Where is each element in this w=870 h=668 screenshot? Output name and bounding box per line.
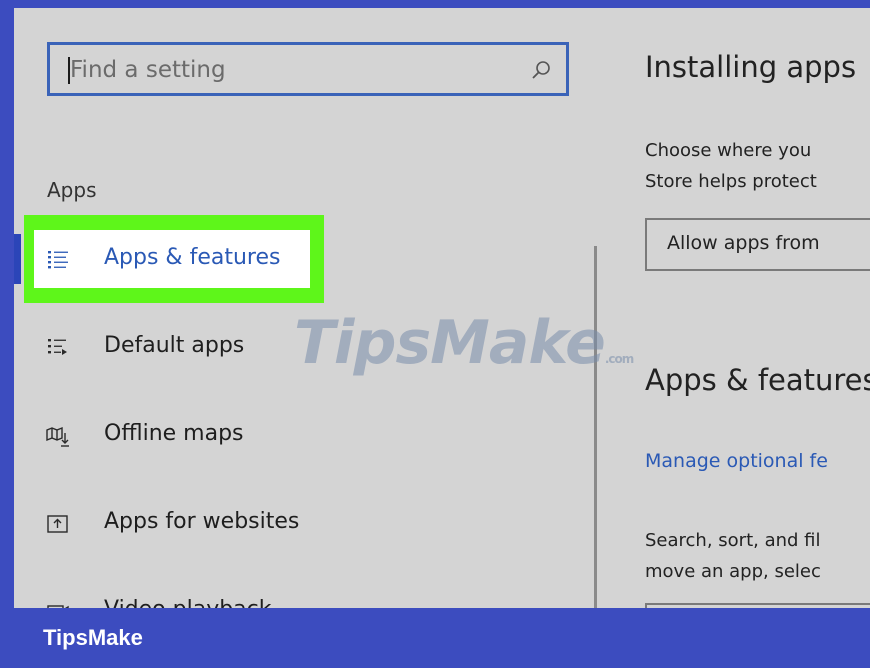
sidebar-item-apps-features[interactable]: Apps & features — [14, 235, 574, 285]
video-icon — [47, 605, 69, 608]
sidebar-item-label: Offline maps — [104, 421, 244, 446]
list-default-icon — [48, 339, 67, 355]
sidebar-item-label: Apps & features — [104, 245, 281, 270]
sidebar-item-apps-for-websites[interactable]: Apps for websites — [14, 499, 574, 549]
map-download-icon — [46, 426, 69, 447]
open-in-app-icon — [47, 515, 68, 533]
watermark: TipsMake.com — [294, 308, 634, 378]
list-icon — [48, 251, 68, 269]
settings-window: Apps Apps & features Default apps — [14, 8, 870, 608]
sidebar-item-label: Default apps — [104, 333, 245, 358]
search-icon[interactable] — [530, 59, 552, 81]
sidebar-item-label: Apps for websites — [104, 509, 300, 534]
sidebar-item-offline-maps[interactable]: Offline maps — [14, 411, 574, 461]
sidebar-item-video-playback[interactable]: Video playback — [14, 587, 574, 608]
installing-apps-heading: Installing apps — [645, 50, 857, 84]
sidebar-item-label: Video playback — [104, 597, 272, 608]
installing-apps-description: Choose where you Store helps protect — [645, 140, 817, 192]
section-label: Apps — [47, 178, 97, 202]
dropdown-value: Allow apps from — [667, 232, 820, 254]
brand-footer: TipsMake — [0, 608, 870, 668]
apps-features-description: Search, sort, and fil move an app, selec — [645, 530, 821, 582]
apps-features-heading: Apps & features — [645, 363, 870, 397]
install-source-dropdown[interactable]: Allow apps from — [645, 218, 870, 271]
search-input[interactable] — [70, 53, 490, 87]
brand-label: TipsMake — [43, 625, 143, 650]
manage-optional-features-link[interactable]: Manage optional fe — [645, 450, 828, 472]
search-box[interactable] — [47, 42, 569, 96]
scrollbar-divider — [594, 246, 597, 608]
